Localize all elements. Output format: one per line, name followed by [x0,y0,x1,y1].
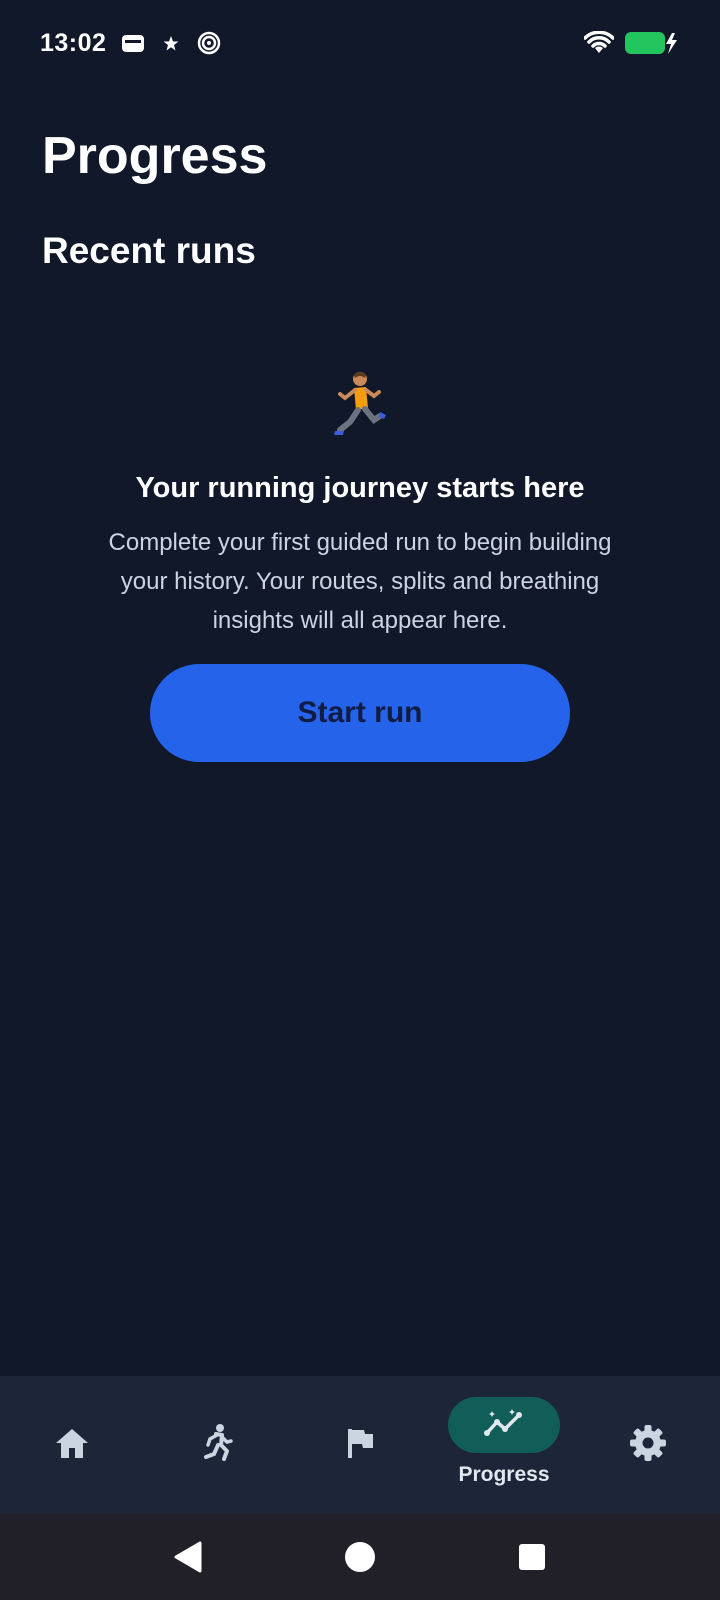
empty-state-heading: Your running journey starts here [135,472,585,504]
nav-item-home[interactable] [0,1376,144,1514]
nav-item-flag[interactable] [288,1376,432,1514]
nav-active-indicator [448,1397,560,1453]
gear-icon [629,1424,667,1467]
status-time: 13:02 [40,28,107,57]
runner-icon [330,370,390,440]
progress-chart-icon [482,1407,526,1444]
wifi-icon [584,31,614,55]
nav-item-progress[interactable]: Progress [432,1376,576,1514]
nav-item-run[interactable] [144,1376,288,1514]
recents-icon[interactable] [504,1529,560,1585]
page-title: Progress [42,127,268,185]
nav-label-progress: Progress [458,1463,550,1486]
empty-state-body: Complete your first guided run to begin … [108,529,612,634]
back-icon[interactable] [160,1529,216,1585]
home-icon [54,1426,90,1465]
wallet-icon [120,32,146,54]
star-icon [160,32,182,54]
status-bar: 13:02 [0,0,720,86]
spiral-icon [196,30,222,56]
empty-state: Your running journey starts here Complet… [0,370,720,762]
nav-item-settings[interactable] [576,1376,720,1514]
battery-charging-icon [624,30,680,56]
start-run-button[interactable]: Start run [150,664,570,762]
run-icon [199,1423,233,1468]
bottom-nav: Progress [0,1376,720,1514]
section-title: Recent runs [42,230,256,271]
home-circle-icon[interactable] [332,1529,388,1585]
system-nav-bar [0,1514,720,1600]
flag-icon [344,1426,376,1465]
